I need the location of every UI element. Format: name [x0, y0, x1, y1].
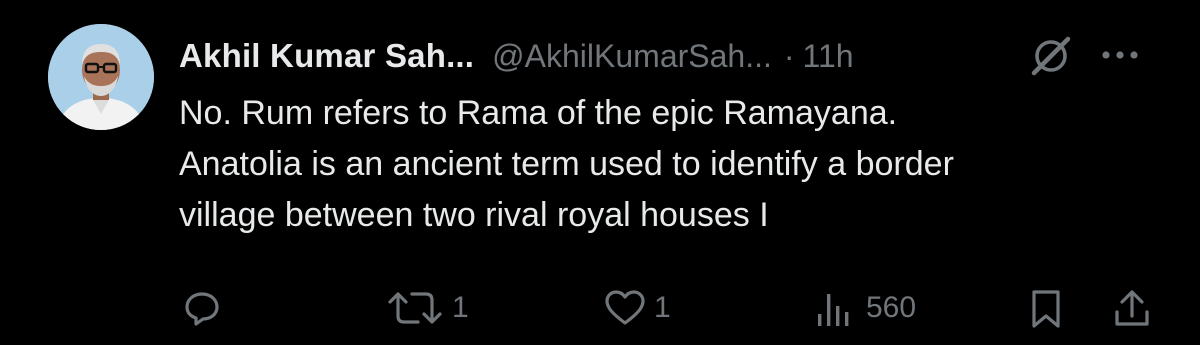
views-button[interactable]: 560: [812, 282, 916, 334]
tweet-text-line: No. Rum refers to Rama of the epic Ramay…: [179, 94, 898, 132]
reply-button[interactable]: [180, 282, 230, 334]
tweet-text: No. Rum refers to Rama of the epic Ramay…: [179, 88, 1169, 241]
separator-dot: ·: [783, 37, 795, 74]
timestamp[interactable]: 11h: [803, 38, 854, 75]
display-name[interactable]: Akhil Kumar Sah...: [179, 37, 474, 75]
share-icon: [1115, 290, 1149, 326]
heart-icon: [605, 290, 645, 325]
more-icon[interactable]: [1097, 40, 1143, 70]
views-count: 560: [866, 291, 917, 324]
tweet-text-line: village between two rival royal houses I: [179, 196, 769, 234]
share-button[interactable]: [1110, 282, 1154, 334]
avatar[interactable]: [48, 24, 154, 130]
action-bar: 1 1 560: [0, 282, 1200, 334]
user-handle[interactable]: @AkhilKumarSah...: [492, 38, 772, 75]
like-button[interactable]: 1: [602, 282, 671, 334]
grok-icon[interactable]: [1028, 33, 1074, 79]
tweet[interactable]: Akhil Kumar Sah... @AkhilKumarSah... · 1…: [0, 0, 1200, 345]
tweet-text-line: Anatolia is an ancient term used to iden…: [179, 145, 954, 183]
like-count: 1: [654, 291, 671, 324]
bookmark-button[interactable]: [1024, 282, 1068, 334]
retweet-count: 1: [452, 291, 469, 324]
retweet-button[interactable]: 1: [384, 282, 469, 334]
tweet-header: Akhil Kumar Sah... @AkhilKumarSah... · 1…: [179, 30, 854, 82]
avatar-image: [48, 24, 154, 130]
retweet-icon: [388, 292, 442, 324]
views-icon: [818, 294, 849, 326]
reply-icon: [185, 292, 219, 326]
bookmark-icon: [1032, 290, 1060, 328]
